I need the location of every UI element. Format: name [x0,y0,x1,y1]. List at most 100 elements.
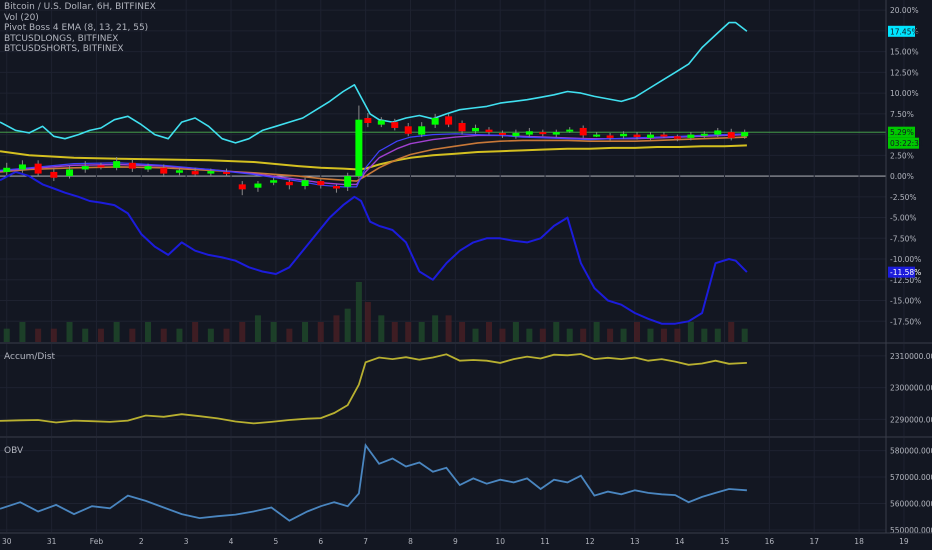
y-tick-label: 2310000.0000 [890,352,932,361]
y-tick-label: 10.00% [890,89,919,98]
volume-bar [660,328,667,342]
volume-bar [741,328,748,342]
candle-body [741,132,749,137]
volume-bar [687,322,694,342]
x-tick-label: Feb [90,537,104,546]
volume-bar [344,308,351,342]
x-tick-label: 12 [585,537,595,546]
volume-bar [82,328,89,342]
y-tick-label: -7.50% [890,234,917,243]
x-tick-label: 19 [899,537,909,546]
y-tick-label: 550000.0000 [890,526,932,535]
candle-body [620,133,628,137]
candle-body [270,180,278,183]
candle-body [445,116,453,125]
x-tick-label: 4 [229,537,234,546]
candle-body [207,171,215,174]
x-tick-label: 15 [720,537,730,546]
candle-body [498,132,506,135]
candle-body [377,120,385,125]
candle-body [646,134,654,138]
volume-bar [580,328,587,342]
x-tick-label: 11 [540,537,550,546]
y-tick-label: -15.00% [890,297,921,306]
candle-body [223,171,231,174]
candle-body [160,167,168,174]
volume-bar [145,322,152,342]
candle-body [391,122,399,128]
candle-body [175,170,183,173]
candle-body [81,166,89,170]
volume-bar [647,328,654,342]
indicator-ema[interactable]: Pivot Boss 4 EMA (8, 13, 21, 55) [4,23,156,34]
volume-bar [593,322,600,342]
candle-body [512,132,520,137]
candle-body [355,119,363,177]
countdown-badge: 03:22:31 [890,139,924,148]
y-tick-label: 2290000.0000 [890,415,932,424]
volume-bar [485,322,492,342]
candle-body [332,186,340,189]
symbol-title[interactable]: Bitcoin / U.S. Dollar, 6H, BITFINEX [4,2,156,13]
volume-bar [459,322,466,342]
volume-bar [286,328,293,342]
x-tick-label: 14 [675,537,685,546]
y-tick-label: 580000.0000 [890,447,932,456]
candle-body [128,162,136,169]
candle-body [673,136,681,139]
candle-body [3,167,11,172]
volume-bar [333,315,340,342]
volume-bar [472,328,479,342]
volume-bar [607,328,614,342]
x-tick-label: 30 [2,537,12,546]
indicator-longs[interactable]: BTCUSDLONGS, BITFINEX [4,34,156,45]
candle-body [431,118,439,125]
volume-bar [391,322,398,342]
y-tick-label: 20.00% [890,6,919,15]
volume-bar [728,322,735,342]
indicator-volume[interactable]: Vol (20) [4,13,156,24]
x-tick-label: 17 [809,537,819,546]
volume-bar [207,328,214,342]
y-tick-label: 7.50% [890,110,914,119]
candle-body [344,176,352,187]
volume-bar [378,315,385,342]
obv-title[interactable]: OBV [4,446,23,456]
y-tick-label: 0.00% [890,172,914,181]
candle-body [539,132,547,135]
volume-bar [553,322,560,342]
x-tick-label: 31 [47,537,57,546]
y-tick-label: 570000.0000 [890,473,932,482]
longs-badge: 17.45% [890,27,919,36]
candle-body [485,129,493,133]
candle-body [714,130,722,135]
candle-body [97,165,105,168]
candle-body [525,131,533,135]
volume-bar [355,282,362,342]
x-tick-label: 7 [363,537,368,546]
shorts-badge: -11.58% [890,268,921,277]
candle-body [660,134,668,137]
indicator-shorts[interactable]: BTCUSDSHORTS, BITFINEX [4,44,156,55]
x-tick-label: 16 [765,537,775,546]
time-axis[interactable]: 30 31 Feb 2 3 4 5 6 7 8 9 10 11 12 13 14 15 16 17 18 19 [2,537,909,546]
volume-bar [35,328,42,342]
candle-body [18,164,26,170]
candle-body [254,183,262,188]
candle-body [34,163,42,174]
candle-body [301,180,309,187]
volume-bar [176,328,183,342]
y-tick-label: -10.00% [890,255,921,264]
chart-legend: Bitcoin / U.S. Dollar, 6H, BITFINEX Vol … [4,2,156,55]
volume-bar [160,328,167,342]
accum-dist-title[interactable]: Accum/Dist [4,352,55,362]
volume-bar [113,322,120,342]
volume-bar [674,328,681,342]
price-badge: 5.29% [890,128,914,137]
volume-bar [418,322,425,342]
candle-body [593,134,601,137]
candle-body [633,134,641,138]
volume-bar [566,328,573,342]
volume-bar [317,322,324,342]
candle-body [191,171,199,175]
